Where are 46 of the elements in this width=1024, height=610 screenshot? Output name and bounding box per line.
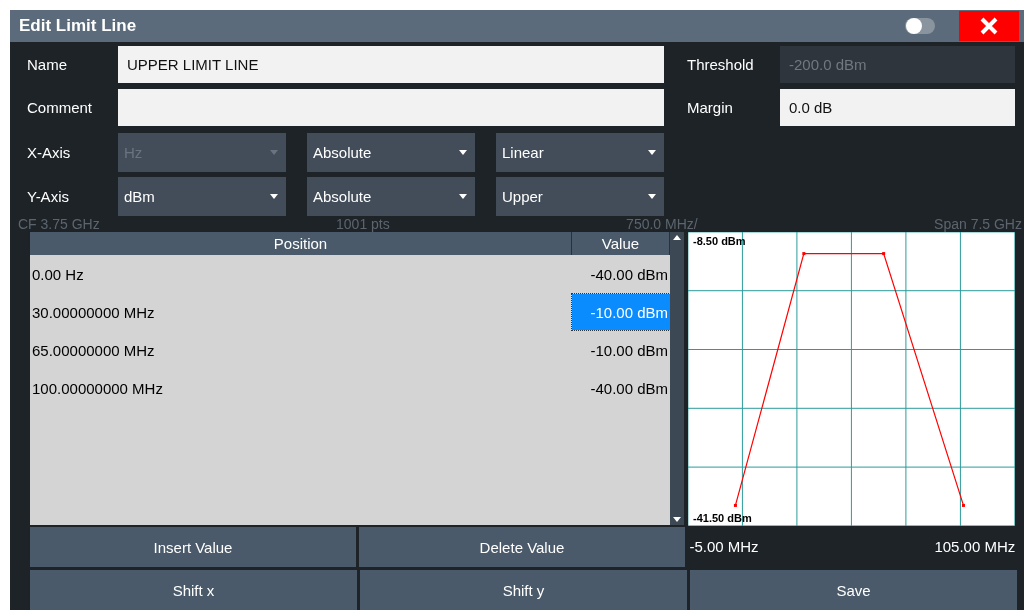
field-label: Comment [26,99,94,116]
table-cell-text: 65.00000000 MHz [31,341,156,359]
table-cell[interactable]: -40.00 dBm [572,370,670,406]
window-title: Edit Limit Line [19,16,138,36]
data-point [733,503,737,507]
background-status-text: CF 3.75 GHz [18,217,100,232]
comment-field[interactable] [118,89,664,126]
dropdown[interactable]: Linear [496,133,664,172]
toggle-switch[interactable] [905,17,935,35]
dropdown[interactable]: dBm [118,177,286,216]
action-button[interactable]: Insert Value [30,527,356,567]
data-point [882,252,886,256]
dropdown-caret-icon [459,194,467,199]
dropdown-caret-icon [648,194,656,199]
name-field[interactable]: UPPER LIMIT LINE [118,46,664,83]
background-status-text: 750.0 MHz/ [626,217,698,232]
field-label: Name [26,56,68,73]
table-cell[interactable]: -40.00 dBm [572,256,670,292]
dropdown-caret-icon [270,194,278,199]
dropdown[interactable]: Absolute [307,133,475,172]
table-cell-text: 100.00000000 MHz [31,379,164,397]
dropdown-caret-icon [270,150,278,155]
background-status-text: Span 7.5 GHz [934,217,1022,232]
action-button[interactable]: Save [690,570,1017,610]
action-button[interactable]: Shift x [30,570,357,610]
table-cell[interactable]: -10.00 dBm [572,332,670,368]
data-point [802,252,806,256]
action-button[interactable]: Shift y [360,570,687,610]
dropdown[interactable]: Upper [496,177,664,216]
action-button[interactable]: Delete Value [359,527,685,567]
close-button[interactable] [959,11,1019,41]
dropdown-caret-icon [648,150,656,155]
dropdown-caret-icon [459,150,467,155]
margin-field[interactable]: 0.0 dB [780,89,1015,126]
data-point [961,503,965,507]
table-cell-text: 30.00000000 MHz [31,303,156,321]
axis-label: Y-Axis [26,188,70,205]
axis-label: X-Axis [26,144,72,161]
axis-tick-label: 105.00 MHz [934,538,1015,555]
dropdown[interactable]: Absolute [307,177,475,216]
table-cell-text: 0.00 Hz [31,265,85,283]
field-label: Threshold [687,56,755,73]
background-status-text: 1001 pts [336,217,390,232]
axis-tick-label: -5.00 MHz [689,538,759,555]
close-icon [980,17,998,35]
field-label: Margin [687,99,734,116]
